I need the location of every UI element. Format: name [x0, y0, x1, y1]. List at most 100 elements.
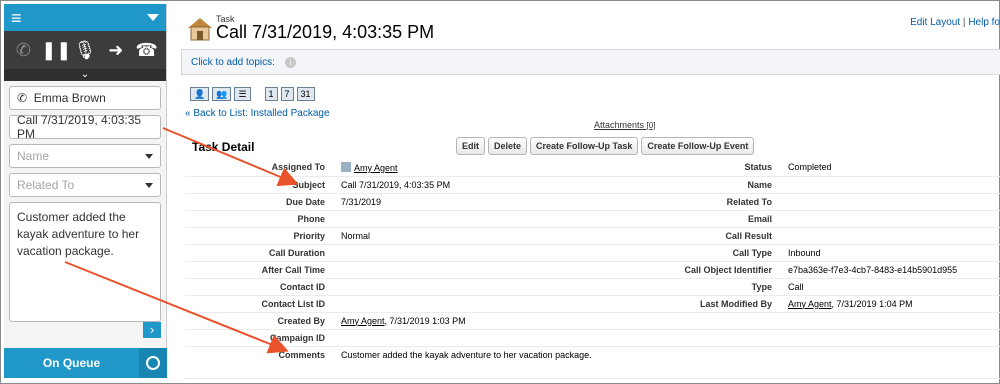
topics-bar: Click to add topics: i [181, 49, 1000, 75]
task-house-icon [188, 18, 212, 41]
last-modified-by-link[interactable]: Amy Agent [788, 299, 832, 309]
call-subject-field[interactable]: Call 7/31/2019, 4:03:35 PM [9, 113, 161, 141]
attachments-link[interactable]: Attachments [0] [594, 120, 655, 130]
header-links: Edit Layout | Help fo [910, 17, 1000, 28]
create-follow-up-event-button[interactable]: Create Follow-Up Event [641, 137, 755, 155]
hold-icon[interactable]: ❚❚ [41, 40, 71, 61]
edit-layout-link[interactable]: Edit Layout [910, 17, 960, 28]
week-view-button[interactable]: 7 [280, 87, 294, 101]
field-value: Amy Agent, 7/31/2019 1:03 PM [337, 312, 599, 330]
field-value [784, 227, 1000, 245]
task-detail-heading: Task Detail [192, 140, 255, 154]
single-user-view-icon[interactable]: 👤 [190, 87, 210, 101]
expand-chevron-icon[interactable]: ⌄ [4, 69, 166, 81]
table-row: Subject Call 7/31/2019, 4:03:35 PM Name [185, 176, 1000, 194]
field-value [337, 295, 599, 313]
related-to-select[interactable]: Related To [9, 173, 161, 197]
delete-button[interactable]: Delete [488, 137, 528, 155]
link-separator: | [962, 17, 966, 28]
status-bar: On Queue [4, 348, 167, 378]
contact-field[interactable]: ✆ Emma Brown [9, 86, 161, 110]
field-value [337, 261, 599, 279]
field-value: Call [784, 278, 1000, 296]
field-value [784, 312, 1000, 330]
assigned-to-link[interactable]: Amy Agent [354, 163, 398, 173]
dropdown-arrow-icon [145, 182, 153, 188]
table-row: Campaign ID [185, 329, 1000, 347]
microphone-icon[interactable]: 🎙 [72, 40, 98, 61]
created-by-link[interactable]: Amy Agent [341, 316, 385, 326]
field-label: Assigned To [185, 159, 337, 177]
field-value [337, 244, 599, 262]
help-link[interactable]: Help fo [968, 17, 1000, 28]
field-label: Call Object Identifier [599, 261, 784, 279]
collapse-caret-icon[interactable] [147, 14, 159, 21]
back-to-list-link[interactable]: « Back to List: Installed Package [185, 108, 330, 119]
chevron-right-icon[interactable]: › [143, 322, 161, 338]
field-label: Call Result [599, 227, 784, 245]
field-value: Amy Agent, 7/31/2019 1:04 PM [784, 295, 1000, 313]
created-date: , 7/31/2019 1:03 PM [384, 315, 466, 326]
user-avatar-icon [341, 162, 351, 172]
call-subject-text: Call 7/31/2019, 4:03:35 PM [17, 113, 142, 141]
last-modified-date: , 7/31/2019 1:04 PM [831, 298, 913, 309]
create-follow-up-task-button[interactable]: Create Follow-Up Task [530, 137, 639, 155]
softphone-panel: ≡ ✆ ❚❚ 🎙 ➜ ☎ ⌄ ✆ Emma Brown Call 7/31/20… [4, 4, 167, 378]
edit-button[interactable]: Edit [456, 137, 485, 155]
field-label: Last Modified By [599, 295, 784, 313]
table-row: Due Date 7/31/2019 Related To [185, 193, 1000, 211]
field-value: Completed [784, 159, 1000, 177]
field-label: Call Type [599, 244, 784, 262]
field-label: Type [599, 278, 784, 296]
list-view-icon[interactable]: ☰ [234, 87, 251, 101]
clock-icon[interactable] [139, 348, 167, 378]
table-row: Created By Amy Agent, 7/31/2019 1:03 PM [185, 312, 1000, 330]
table-row: Comments Customer added the kayak advent… [185, 346, 1000, 379]
attachments-label: Attachments [594, 120, 645, 130]
name-select[interactable]: Name [9, 144, 161, 168]
field-value: Inbound [784, 244, 1000, 262]
field-label: Created By [185, 312, 337, 330]
field-label: Contact List ID [185, 295, 337, 313]
hangup-icon[interactable]: ☎ [134, 40, 160, 61]
field-value [784, 210, 1000, 228]
day-view-button[interactable]: 1 [264, 87, 278, 101]
add-topics-link[interactable]: Click to add topics: [191, 57, 275, 68]
info-icon[interactable]: i [284, 56, 296, 68]
hamburger-menu-icon[interactable]: ≡ [11, 9, 22, 27]
field-label: Comments [185, 346, 337, 379]
dropdown-arrow-icon [145, 153, 153, 159]
multi-user-view-icon[interactable]: 👥 [212, 87, 232, 101]
table-row: After Call Time Call Object Identifier e… [185, 261, 1000, 279]
field-value: e7ba363e-f7e3-4cb7-8483-e14b5901d955 [784, 261, 1000, 279]
field-value: Normal [337, 227, 599, 245]
phone-icon[interactable]: ✆ [10, 40, 36, 61]
table-row: Priority Normal Call Result [185, 227, 1000, 245]
field-label: Related To [599, 193, 784, 211]
status-button[interactable]: On Queue [4, 348, 139, 378]
field-label [599, 329, 784, 347]
field-value [337, 210, 599, 228]
field-value: Amy Agent [337, 159, 599, 177]
call-notes-textarea[interactable]: Customer added the kayak adventure to he… [9, 202, 161, 322]
field-label: Call Duration [185, 244, 337, 262]
field-label: Subject [185, 176, 337, 194]
field-label: Priority [185, 227, 337, 245]
field-value [784, 329, 1000, 347]
attachments-count: [0] [646, 121, 656, 130]
field-value [784, 176, 1000, 194]
table-row: Contact ID Type Call [185, 278, 1000, 296]
field-value [784, 346, 1000, 379]
field-label: Contact ID [185, 278, 337, 296]
detail-button-bar: Edit Delete Create Follow-Up Task Create… [456, 137, 755, 155]
month-view-button[interactable]: 31 [296, 87, 315, 101]
contact-name: Emma Brown [33, 91, 106, 105]
field-label: Status [599, 159, 784, 177]
phone-small-icon: ✆ [17, 91, 28, 105]
softphone-header: ≡ [4, 4, 166, 31]
transfer-arrow-icon[interactable]: ➜ [103, 40, 129, 61]
table-row: Call Duration Call Type Inbound [185, 244, 1000, 262]
related-to-placeholder: Related To [17, 178, 75, 192]
call-controls: ✆ ❚❚ 🎙 ➜ ☎ [4, 31, 166, 69]
field-label: After Call Time [185, 261, 337, 279]
